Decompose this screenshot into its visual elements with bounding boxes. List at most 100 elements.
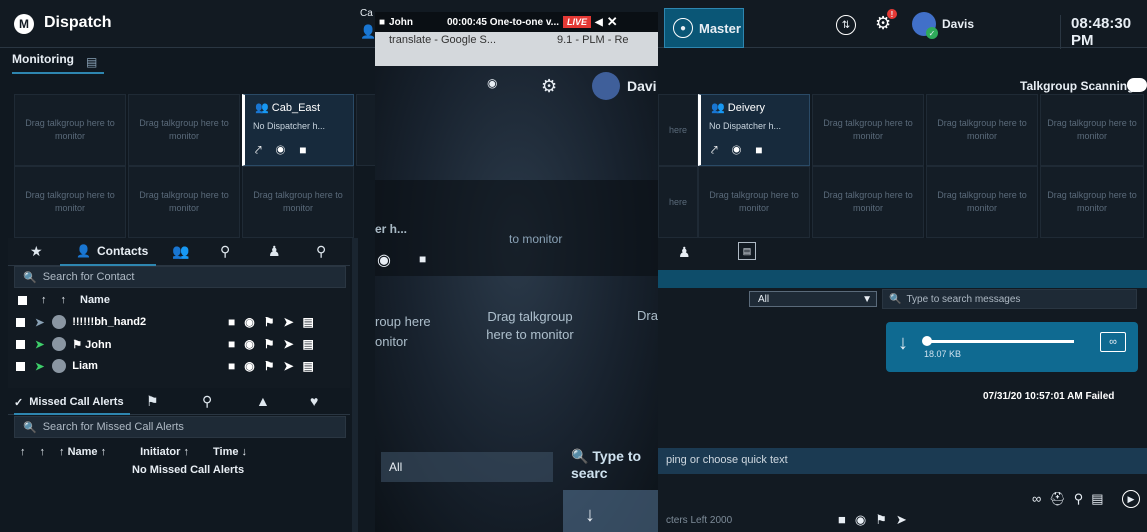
location-alert-icon[interactable]: ⚲ — [202, 393, 212, 410]
close-icon[interactable]: ✕ — [607, 14, 618, 30]
sort-arrow-icon[interactable]: ↑ — [61, 294, 67, 306]
missed-search-input[interactable]: 🔍 Search for Missed Call Alerts — [14, 416, 346, 438]
name-column-header[interactable]: Name — [80, 294, 110, 306]
overlay-video-icon: ■ — [419, 252, 427, 266]
overlay-text: er h... — [375, 222, 408, 236]
contact-actions[interactable]: ■◉⚑➤▤ — [228, 315, 323, 329]
slot-placeholder-partial: here — [668, 196, 687, 207]
slot-placeholder: Drag talkgroup here to monitor — [937, 190, 1027, 213]
camera-overlay-window[interactable]: translate - Google S... 9.1 - PLM - Re ◉… — [375, 12, 658, 532]
time-column-header[interactable]: Time ↓ — [213, 446, 247, 458]
slot-placeholder: Drag talkgroup here to monitor — [25, 190, 115, 213]
overlay-radio-icon: ◉ — [377, 252, 391, 269]
sort-arrow-icon[interactable]: ↑ — [40, 446, 46, 458]
voice-message-bubble[interactable]: ↓ 18.07 KB ∞ — [886, 322, 1138, 372]
talkgroup-slot[interactable]: Drag talkgroup here to monitor — [812, 166, 924, 238]
heartbeat-icon[interactable]: ♥ — [310, 393, 318, 409]
talkgroup-controls[interactable]: ⤤◉■ — [255, 143, 321, 158]
initiator-column-header[interactable]: Initiator ↑ — [140, 446, 189, 458]
talkgroup-slot[interactable]: Drag talkgroup here to monitor — [926, 166, 1038, 238]
radio-channel-icon[interactable]: ⇅ — [836, 15, 856, 35]
media-icon[interactable]: ▤ — [738, 242, 756, 260]
sort-arrow-icon[interactable]: ↑ — [41, 294, 47, 306]
crowd-icon[interactable]: ♟ — [268, 243, 281, 260]
talkgroup-slot[interactable]: Drag talkgroup here to monitor — [1040, 166, 1144, 238]
favorites-star-icon[interactable]: ★ — [30, 243, 43, 260]
compose-toolbar[interactable]: ∞⛑⚲▤ — [1032, 491, 1112, 507]
missed-search-placeholder: Search for Missed Call Alerts — [42, 421, 184, 433]
talkgroup-scanning-label: Talkgroup Scanning — [1020, 79, 1135, 93]
name-column-header[interactable]: ↑ Name ↑ — [59, 446, 106, 458]
audio-progress-track[interactable] — [924, 340, 1074, 343]
chat-call-actions[interactable]: ■◉⚑➤ — [838, 512, 916, 528]
audio-progress-knob[interactable] — [922, 336, 932, 346]
talkgroup-slot[interactable]: Drag talkgroup here to monitor — [698, 166, 810, 238]
row-checkbox[interactable] — [16, 317, 25, 327]
search-icon: 🔍 — [23, 271, 37, 284]
talkgroup-slot[interactable]: here — [658, 94, 698, 166]
message-filter-select[interactable]: All ▼ — [749, 291, 877, 307]
alert-badge-icon: ! — [887, 9, 897, 19]
overlay-gear-icon: ⚙ — [541, 76, 558, 96]
browser-tab-label: translate - Google S... — [389, 34, 496, 46]
message-search-input[interactable]: 🔍 Type to search messages — [882, 289, 1137, 309]
talkgroup-slot[interactable]: Drag talkgroup here to monitor — [926, 94, 1038, 166]
talkgroup-cab-east[interactable]: 👥 Cab_East No Dispatcher h... ⤤◉■ — [242, 94, 354, 166]
contact-row[interactable]: ➤ Liam ■◉⚑➤▤ — [16, 356, 346, 376]
talkgroup-slot[interactable]: Drag talkgroup here to monitor — [812, 94, 924, 166]
search-icon: 🔍 — [23, 421, 37, 434]
overlay-text: roup here — [375, 314, 431, 329]
group-icon[interactable]: 👥 — [172, 243, 189, 260]
send-icon[interactable]: ▶ — [1122, 490, 1140, 508]
overlay-filter: All — [381, 452, 553, 482]
avatar — [52, 315, 67, 329]
bell-icon[interactable]: ⚑ — [146, 393, 159, 410]
map-person-icon[interactable]: ⚲ — [316, 243, 326, 260]
sort-arrow-icon[interactable]: ↑ — [20, 446, 26, 458]
overlay-radio-icon: ◉ — [487, 76, 498, 90]
row-checkbox[interactable] — [16, 361, 25, 371]
contact-actions[interactable]: ■◉⚑➤▤ — [228, 337, 323, 351]
talkgroup-controls[interactable]: ⤤◉■ — [711, 143, 777, 158]
talkgroup-scanning-toggle[interactable] — [1127, 78, 1147, 92]
contact-row[interactable]: ➤ !!!!!!bh_hand2 ■◉⚑➤▤ — [16, 312, 346, 332]
master-button[interactable]: ● Master — [664, 8, 744, 48]
talkgroup-status: No Dispatcher h... — [709, 121, 782, 131]
volume-icon[interactable]: ◀ — [595, 17, 603, 28]
contact-search-input[interactable]: 🔍 Search for Contact — [14, 266, 346, 288]
row-checkbox[interactable] — [16, 339, 25, 349]
voicemail-icon[interactable]: ∞ — [1100, 332, 1126, 352]
talkgroup-slot[interactable]: Drag talkgroup here to monitor — [242, 166, 354, 238]
warning-icon[interactable]: ▲ — [256, 393, 270, 409]
contacts-header-row: ↑ ↑ Name — [18, 294, 110, 306]
app-title: Dispatch — [44, 14, 112, 31]
contact-search-placeholder: Search for Contact — [42, 271, 135, 283]
crowd-icon[interactable]: ♟ — [678, 244, 691, 261]
talkgroup-slot[interactable]: Drag talkgroup here to monitor — [14, 94, 126, 166]
file-size: 18.07 KB — [924, 349, 962, 359]
talkgroup-slot[interactable]: Drag talkgroup here to monitor — [128, 94, 240, 166]
download-icon[interactable]: ↓ — [898, 332, 908, 355]
talkgroup-slot[interactable]: here — [658, 166, 698, 238]
message-filter-value: All — [758, 293, 770, 305]
panel-divider[interactable] — [352, 238, 358, 532]
tab-missed-call-alerts[interactable]: ✓ Missed Call Alerts — [14, 391, 130, 415]
overlay-dark-band — [375, 180, 658, 276]
tab-contacts[interactable]: 👤 Contacts — [60, 238, 156, 266]
talkgroup-slot[interactable]: Drag talkgroup here to monitor — [1040, 94, 1144, 166]
compose-input[interactable]: ping or choose quick text — [658, 448, 1147, 474]
talkgroup-slot[interactable]: Drag talkgroup here to monitor — [14, 166, 126, 238]
talkgroup-deivery[interactable]: 👥 Deivery No Dispatcher h... ⤤◉■ — [698, 94, 810, 166]
contact-row[interactable]: ➤ ⚑ John ■◉⚑➤▤ — [16, 334, 346, 354]
popout-icon[interactable]: ▤ — [86, 55, 97, 69]
overlay-text: Drag talkgroup here to monitor — [486, 309, 574, 342]
tab-missed-label: Missed Call Alerts — [29, 396, 124, 408]
check-icon: ✓ — [926, 27, 938, 39]
select-all-checkbox[interactable] — [18, 295, 27, 305]
chars-left-text: cters Left 2000 — [666, 515, 733, 526]
location-group-icon[interactable]: ⚲ — [220, 243, 230, 260]
talkgroup-slot[interactable]: Drag talkgroup here to monitor — [128, 166, 240, 238]
contact-name: ⚑ John — [72, 338, 112, 351]
slot-placeholder: Drag talkgroup here to monitor — [139, 190, 229, 213]
contact-actions[interactable]: ■◉⚑➤▤ — [228, 359, 323, 373]
